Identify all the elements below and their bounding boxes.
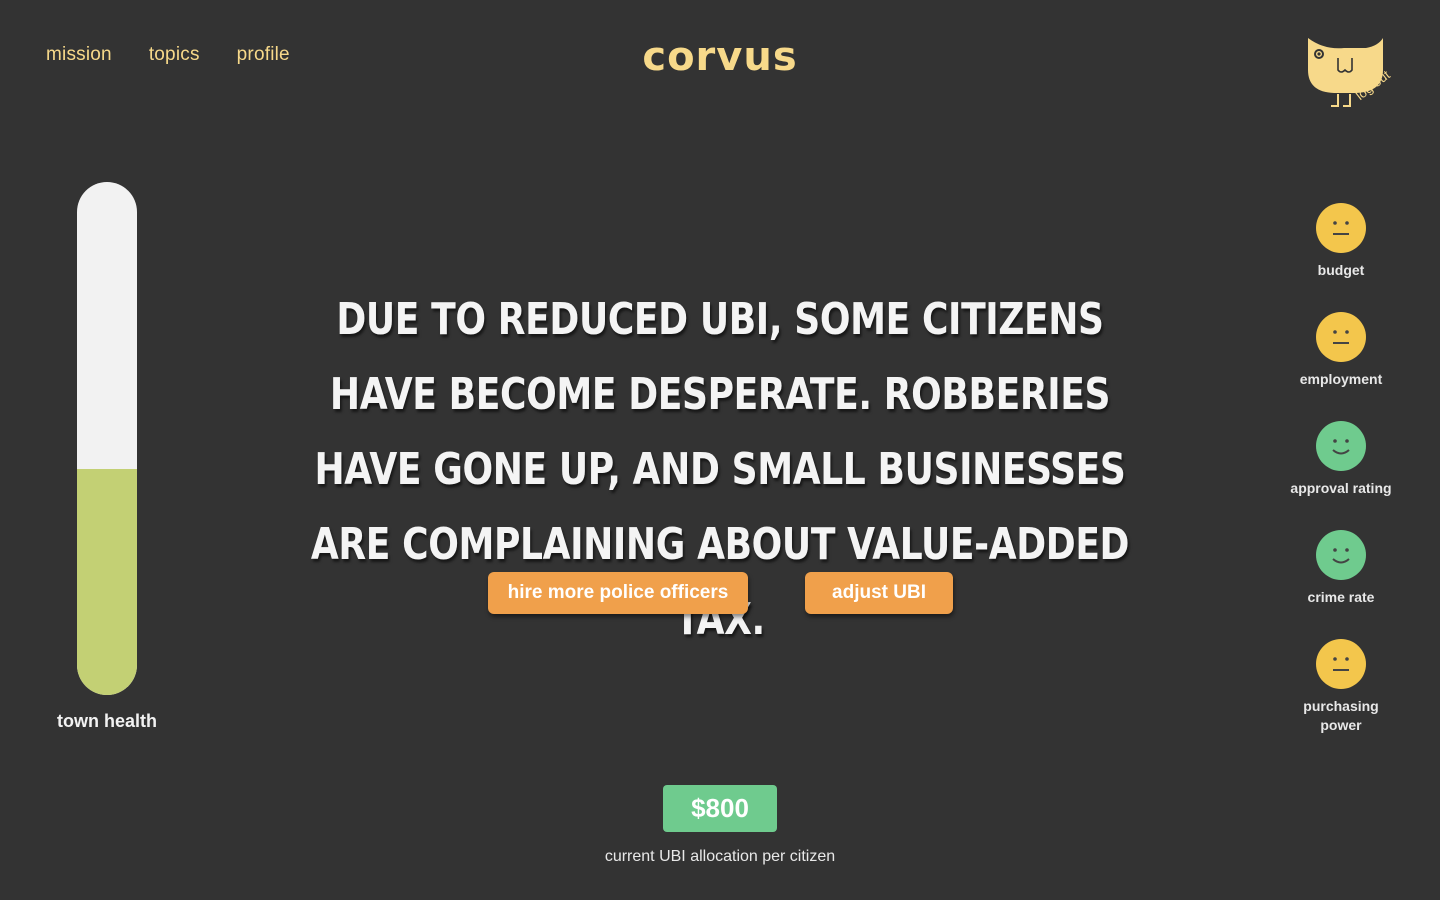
metric-label: budget bbox=[1317, 262, 1365, 278]
neutral-face-icon bbox=[1316, 312, 1366, 362]
smiley-face-icon bbox=[1316, 421, 1366, 471]
neutral-face-icon bbox=[1316, 639, 1366, 689]
town-health-fill bbox=[77, 469, 137, 695]
ubi-amount-badge: $800 bbox=[663, 785, 777, 832]
neutral-face-icon bbox=[1316, 203, 1366, 253]
game-screen: mission topics profile corvus log out to… bbox=[0, 0, 1440, 900]
metric-employment: employment bbox=[1276, 312, 1406, 389]
metric-budget: budget bbox=[1276, 203, 1406, 280]
hire-police-button[interactable]: hire more police officers bbox=[488, 572, 748, 614]
smiley-face-icon bbox=[1316, 530, 1366, 580]
ubi-caption: current UBI allocation per citizen bbox=[604, 848, 836, 865]
metric-label: approval rating bbox=[1290, 480, 1392, 496]
metric-approval-rating: approval rating bbox=[1276, 421, 1406, 498]
town-health-label: town health bbox=[57, 711, 157, 731]
adjust-ubi-button[interactable]: adjust UBI bbox=[805, 572, 953, 614]
bird-mascot-icon[interactable] bbox=[1304, 36, 1414, 118]
metric-crime-rate: crime rate bbox=[1276, 530, 1406, 607]
metric-purchasing-power: purchasing power bbox=[1291, 639, 1391, 735]
metric-label: employment bbox=[1299, 371, 1383, 387]
metric-label: purchasing power bbox=[1303, 698, 1379, 733]
brand-logo: corvus bbox=[642, 34, 798, 80]
town-health-gauge bbox=[77, 182, 137, 695]
metric-label: crime rate bbox=[1307, 589, 1375, 605]
